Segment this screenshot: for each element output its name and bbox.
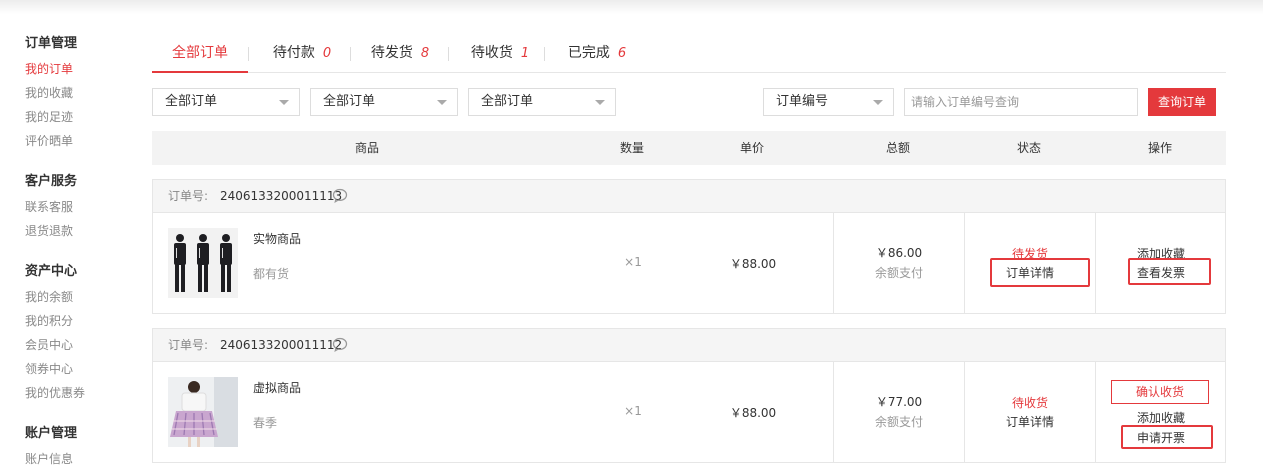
tab-count: 6 bbox=[617, 46, 627, 61]
col-header-status: 状态 bbox=[1016, 141, 1041, 155]
order-search-input[interactable] bbox=[904, 88, 1138, 116]
sidebar-group-title: 账户管理 bbox=[25, 426, 78, 441]
highlight-box bbox=[1121, 425, 1213, 449]
sidebar-item-balance[interactable]: 我的余额 bbox=[25, 288, 135, 312]
select-value: 全部订单 bbox=[165, 94, 218, 109]
caret-down-icon bbox=[437, 100, 447, 105]
col-header-total: 总额 bbox=[885, 141, 910, 155]
order-no: 2406133200011112 bbox=[220, 338, 343, 352]
sidebar-item-contact-service[interactable]: 联系客服 bbox=[25, 198, 135, 222]
sidebar-item-coupon-center[interactable]: 领券中心 bbox=[25, 360, 135, 384]
tab-count: 8 bbox=[420, 46, 430, 61]
goods-qty: ×1 bbox=[624, 255, 642, 269]
tab-label: 已完成 bbox=[567, 45, 610, 61]
column-divider bbox=[833, 362, 834, 462]
order-card: 订单号: 2406133200011112 虚拟商品 春季 ×1 ￥88.00 … bbox=[152, 328, 1226, 463]
filter-select-3[interactable]: 全部订单 bbox=[468, 88, 616, 116]
chat-bubble-icon[interactable] bbox=[331, 336, 349, 354]
sidebar-item-my-orders[interactable]: 我的订单 bbox=[25, 60, 135, 84]
unit-price: ￥88.00 bbox=[729, 406, 777, 420]
sidebar-item-my-footprints[interactable]: 我的足迹 bbox=[25, 108, 135, 132]
filter-select-2[interactable]: 全部订单 bbox=[310, 88, 458, 116]
sidebar-item-my-favorites[interactable]: 我的收藏 bbox=[25, 84, 135, 108]
confirm-receipt-button[interactable]: 确认收货 bbox=[1111, 380, 1209, 404]
order-total: ￥86.00 bbox=[875, 246, 923, 260]
goods-name[interactable]: 实物商品 bbox=[253, 230, 301, 247]
order-total: ￥77.00 bbox=[875, 395, 923, 409]
sidebar-group-title: 订单管理 bbox=[25, 36, 78, 51]
tab-divider bbox=[448, 47, 449, 61]
goods-qty: ×1 bbox=[624, 404, 642, 418]
filter-select-1[interactable]: 全部订单 bbox=[152, 88, 300, 116]
order-tabs: 全部订单 待付款 0 待发货 8 待收货 1 已完成 6 bbox=[152, 34, 1226, 73]
unit-price: ￥88.00 bbox=[729, 257, 777, 271]
sidebar-item-membership[interactable]: 会员中心 bbox=[25, 336, 135, 360]
goods-spec: 都有货 bbox=[253, 267, 290, 281]
sidebar-item-reviews[interactable]: 评价晒单 bbox=[25, 132, 135, 156]
sidebar-group-orders: 订单管理 我的订单 我的收藏 我的足迹 评价晒单 bbox=[25, 36, 135, 156]
order-no-label: 订单号: bbox=[168, 338, 209, 352]
order-status: 待收货 bbox=[1011, 396, 1048, 410]
order-card: 订单号: 2406133200011113 实物商品 都有货 ×1 ￥88.00 bbox=[152, 179, 1226, 314]
tab-label: 待付款 bbox=[272, 45, 315, 61]
tab-pending-payment[interactable]: 待付款 0 bbox=[254, 34, 350, 73]
select-value: 全部订单 bbox=[481, 94, 534, 109]
payment-method: 余额支付 bbox=[874, 266, 923, 280]
goods-spec: 春季 bbox=[253, 416, 278, 430]
caret-down-icon bbox=[873, 100, 883, 105]
table-header: 商品 数量 单价 总额 状态 操作 bbox=[152, 131, 1226, 165]
sidebar-item-account-info[interactable]: 账户信息 bbox=[25, 450, 135, 474]
sidebar-item-refunds[interactable]: 退货退款 bbox=[25, 222, 135, 246]
product-thumbnail[interactable] bbox=[168, 377, 238, 447]
sidebar-group-assets: 资产中心 我的余额 我的积分 会员中心 领券中心 我的优惠券 bbox=[25, 264, 135, 408]
order-header: 订单号: 2406133200011112 bbox=[153, 329, 1225, 362]
tab-all-orders[interactable]: 全部订单 bbox=[152, 34, 248, 73]
tab-divider bbox=[544, 47, 545, 61]
col-header-actions: 操作 bbox=[1147, 141, 1172, 155]
select-value: 全部订单 bbox=[323, 94, 376, 109]
tab-pending-shipment[interactable]: 待发货 8 bbox=[352, 34, 448, 73]
order-no: 2406133200011113 bbox=[220, 189, 343, 203]
column-divider bbox=[964, 213, 965, 313]
top-shadow bbox=[0, 0, 1263, 14]
col-header-unit-price: 单价 bbox=[739, 141, 764, 155]
order-header: 订单号: 2406133200011113 bbox=[153, 180, 1225, 213]
sidebar-group-title: 资产中心 bbox=[25, 264, 78, 279]
sidebar-item-points[interactable]: 我的积分 bbox=[25, 312, 135, 336]
product-thumbnail[interactable] bbox=[168, 228, 238, 298]
query-order-button[interactable]: 查询订单 bbox=[1148, 88, 1216, 116]
tab-label: 待收货 bbox=[470, 45, 513, 61]
tab-pending-receipt[interactable]: 待收货 1 bbox=[452, 34, 548, 73]
tab-divider bbox=[350, 47, 351, 61]
sidebar-group-title: 客户服务 bbox=[25, 174, 78, 189]
select-value: 订单编号 bbox=[776, 94, 829, 109]
column-divider bbox=[833, 213, 834, 313]
add-favorite-link[interactable]: 添加收藏 bbox=[1096, 409, 1226, 426]
tab-count: 1 bbox=[520, 46, 530, 61]
caret-down-icon bbox=[595, 100, 605, 105]
sidebar: 订单管理 我的订单 我的收藏 我的足迹 评价晒单 客户服务 联系客服 退货退款 … bbox=[25, 36, 135, 476]
col-header-goods: 商品 bbox=[354, 141, 379, 155]
column-divider bbox=[964, 362, 965, 462]
order-no-label: 订单号: bbox=[168, 189, 209, 203]
highlight-box bbox=[990, 258, 1090, 287]
tab-label: 待发货 bbox=[370, 45, 413, 61]
tab-count: 0 bbox=[322, 46, 332, 61]
highlight-box bbox=[1128, 258, 1211, 285]
chat-bubble-icon[interactable] bbox=[331, 187, 349, 205]
tab-label: 全部订单 bbox=[172, 45, 228, 61]
tab-divider bbox=[248, 47, 249, 61]
sidebar-group-account: 账户管理 账户信息 bbox=[25, 426, 135, 474]
sidebar-item-my-coupons[interactable]: 我的优惠券 bbox=[25, 384, 135, 408]
col-header-qty: 数量 bbox=[619, 141, 644, 155]
order-body: 虚拟商品 春季 ×1 ￥88.00 ￥77.00 余额支付 待收货 订单详情 确… bbox=[153, 362, 1225, 462]
goods-name[interactable]: 虚拟商品 bbox=[253, 379, 301, 396]
tab-completed[interactable]: 已完成 6 bbox=[552, 34, 642, 73]
order-detail-link[interactable]: 订单详情 bbox=[965, 413, 1095, 430]
search-type-select[interactable]: 订单编号 bbox=[763, 88, 894, 116]
caret-down-icon bbox=[279, 100, 289, 105]
column-divider bbox=[1095, 213, 1096, 313]
sidebar-group-service: 客户服务 联系客服 退货退款 bbox=[25, 174, 135, 246]
payment-method: 余额支付 bbox=[874, 415, 923, 429]
